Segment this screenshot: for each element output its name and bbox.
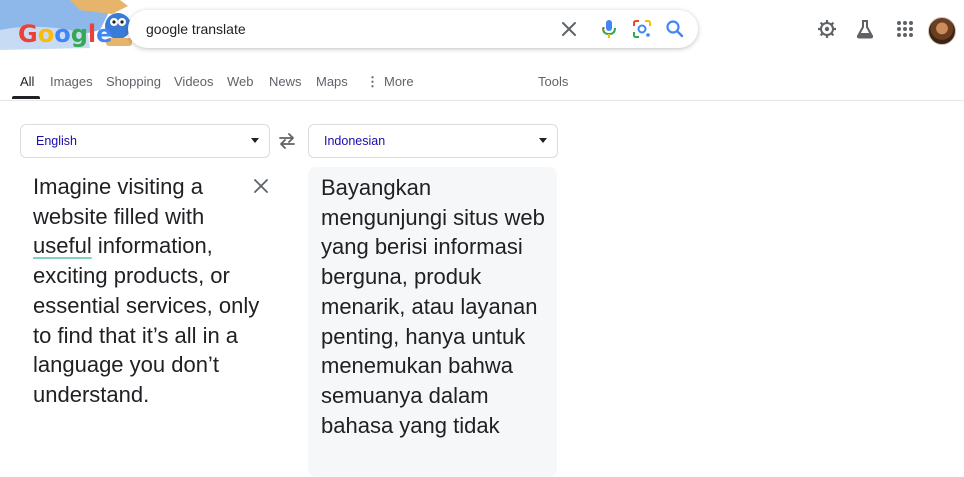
tab-more[interactable]: ⋮ More [366,74,414,90]
close-icon[interactable] [558,18,580,40]
active-tab-indicator [12,96,40,99]
target-language-select[interactable]: Indonesian [308,124,558,158]
tab-web[interactable]: Web [227,74,254,89]
target-language-label: Indonesian [324,134,386,148]
source-text-highlight: useful [33,233,92,259]
search-tabs: All Images Shopping Videos Web News Maps… [0,66,964,101]
tab-more-label: More [384,74,414,89]
swap-arrows-icon[interactable] [276,130,298,152]
source-text-part: Imagine visiting a website filled with [33,174,205,229]
more-vert-icon: ⋮ [366,74,379,89]
source-language-label: English [36,134,77,148]
search-box[interactable] [128,10,698,48]
close-icon[interactable] [251,176,271,196]
tab-news[interactable]: News [269,74,302,89]
chevron-down-icon [539,138,547,143]
avatar[interactable] [928,17,956,45]
source-language-select[interactable]: English [20,124,270,158]
tools-button[interactable]: Tools [538,74,568,89]
search-input[interactable] [146,10,526,48]
source-text-input[interactable]: Imagine visiting a website filled with u… [33,172,263,410]
tab-all[interactable]: All [20,74,34,89]
flask-icon[interactable] [854,18,876,40]
grid-icon[interactable] [894,18,916,40]
translation-output-panel: Bayangkan mengunjungi situs web yang ber… [308,167,557,477]
tab-images[interactable]: Images [50,74,93,89]
gear-icon[interactable] [816,18,838,40]
translation-output-text: Bayangkan mengunjungi situs web yang ber… [321,175,545,438]
tab-shopping[interactable]: Shopping [106,74,161,89]
tab-videos[interactable]: Videos [174,74,214,89]
google-doodle-logo[interactable]: Google [0,0,140,52]
svg-text:Google: Google [18,20,112,48]
camera-lens-icon[interactable] [631,18,653,40]
search-icon[interactable] [664,18,686,40]
chevron-down-icon [251,138,259,143]
tab-maps[interactable]: Maps [316,74,348,89]
microphone-icon[interactable] [598,18,620,40]
source-text-part: information, exciting products, or essen… [33,233,260,407]
